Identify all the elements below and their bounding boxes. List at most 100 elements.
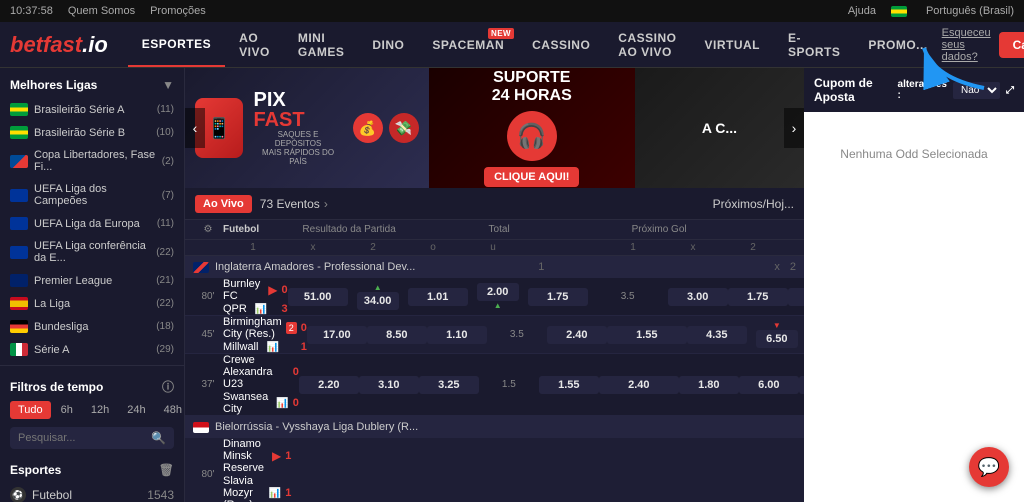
- forgot-link[interactable]: Esqueceu seus dados?: [942, 27, 991, 63]
- odd-tu-btn[interactable]: 2.40: [599, 376, 679, 394]
- league-brasileirao-b[interactable]: Brasileirão Série B (10): [0, 121, 184, 144]
- sport-futebol[interactable]: ⚽ Futebol 1543: [0, 483, 184, 502]
- proximos-hoje[interactable]: Próximos/Hoj...: [713, 197, 794, 211]
- odd-x-btn[interactable]: 3.10: [359, 376, 419, 394]
- nav-promo[interactable]: PROMO...: [854, 22, 941, 67]
- odd-down-icon: ▼: [773, 321, 781, 330]
- odd-x-btn[interactable]: 8.50: [367, 326, 427, 344]
- total-line-label: 3.5: [487, 329, 547, 340]
- result-col-1: 1: [538, 261, 764, 273]
- league-europa[interactable]: UEFA Liga da Europa (11): [0, 212, 184, 235]
- result-col-2: 2: [790, 261, 796, 273]
- nav-ao-vivo[interactable]: AO VIVO: [225, 22, 284, 67]
- header-result-label: Resultado da Partida: [259, 224, 439, 235]
- flag-belarus-icon: [193, 422, 209, 433]
- odd-nx-btn[interactable]: 6.00: [739, 376, 799, 394]
- main-layout: Melhores Ligas ▼ Brasileirão Série A (11…: [0, 68, 1024, 502]
- divider: [0, 365, 184, 366]
- soccer-icon: ⚽: [10, 487, 26, 502]
- filter-tab-12h[interactable]: 12h: [83, 401, 117, 419]
- league-serie-a[interactable]: Série A (29): [0, 338, 184, 361]
- team2-score: 3: [282, 303, 288, 315]
- match-time: 80': [193, 291, 223, 302]
- no-odd-label: Nenhuma Odd Selecionada: [840, 147, 987, 161]
- info-icon: ⓘ: [162, 378, 174, 395]
- odd-tu-btn[interactable]: 1.75: [528, 288, 588, 306]
- odd-nx-btn[interactable]: 6.50: [756, 330, 798, 348]
- banner-pix-fast: 📱 PIXFAST SAQUES E DEPÓSITOSMAIS RÁPIDOS…: [185, 68, 429, 188]
- cupom-header: Cupom de Aposta alterações : Não ⤢: [804, 68, 1024, 112]
- events-count[interactable]: 73 Eventos: [260, 197, 320, 211]
- result-col-x: x: [774, 261, 780, 273]
- filter-section: Filtros de tempo ⓘ Tudo 6h 12h 24h 48h 🔍: [0, 370, 184, 457]
- promocoes-link[interactable]: Promoções: [150, 5, 206, 17]
- quem-somos-link[interactable]: Quem Somos: [68, 5, 135, 17]
- nav-cassino-ao-vivo[interactable]: CASSINO AO VIVO: [604, 22, 690, 67]
- chat-button[interactable]: 💬: [969, 447, 1009, 487]
- red-card-badge: 2: [286, 322, 297, 334]
- language-selector[interactable]: Português (Brasil): [926, 5, 1014, 17]
- alteracoes-select[interactable]: Não: [953, 82, 1000, 99]
- odd-n2-btn[interactable]: 5.00: [788, 288, 804, 306]
- new-badge: NEW: [488, 28, 514, 39]
- match-birmingham-millwall: 45' Birmingham City (Res.) 2 0 Millwall …: [185, 316, 804, 354]
- flag-eu-icon: [10, 189, 28, 202]
- team2-score: 1: [301, 341, 307, 353]
- flag-br-icon: [10, 126, 28, 139]
- nav-spaceman[interactable]: SPACEMAN NEW: [418, 22, 518, 67]
- nav-virtual[interactable]: VIRTUAL: [690, 22, 774, 67]
- odd-1-btn[interactable]: 51.00: [288, 288, 348, 306]
- odd-to-btn[interactable]: 2.40: [547, 326, 607, 344]
- banner-next-button[interactable]: ›: [784, 108, 804, 148]
- odd-to-btn[interactable]: 1.55: [539, 376, 599, 394]
- collapse-icon[interactable]: ▼: [162, 78, 174, 92]
- stats-icon: 📊: [276, 398, 288, 409]
- stats-icon: 📊: [255, 304, 267, 315]
- banner-area: ‹ 📱 PIXFAST SAQUES E DEPÓSITOSMAIS RÁPID…: [185, 68, 804, 188]
- filter-tab-48h[interactable]: 48h: [156, 401, 185, 419]
- banner-prev-button[interactable]: ‹: [185, 108, 205, 148]
- filter-tab-6h[interactable]: 6h: [53, 401, 81, 419]
- cadastrar-button[interactable]: Cadastrar: [999, 32, 1024, 58]
- events-arrow: ›: [324, 197, 328, 211]
- odd-to-btn[interactable]: 2.00: [477, 283, 519, 301]
- sports-section-title: Esportes 🗑: [0, 457, 184, 483]
- odd-nx-btn[interactable]: 1.75: [728, 288, 788, 306]
- odd-x-btn[interactable]: 34.00: [357, 292, 399, 310]
- odd-n1-btn[interactable]: 3.00: [668, 288, 728, 306]
- team2-name: Slavia Mozyr (Res.): [223, 475, 261, 502]
- filter-tab-24h[interactable]: 24h: [119, 401, 153, 419]
- help-link[interactable]: Ajuda: [848, 5, 876, 17]
- league-brasileirao-a[interactable]: Brasileirão Série A (11): [0, 98, 184, 121]
- flag-eu-icon: [10, 246, 28, 259]
- odd-n1-btn[interactable]: 1.80: [679, 376, 739, 394]
- odd-n1-btn[interactable]: 4.35: [687, 326, 747, 344]
- group-england: Inglaterra Amadores - Professional Dev..…: [185, 256, 804, 278]
- league-conference[interactable]: UEFA Liga conferência da E... (22): [0, 235, 184, 269]
- odd-2-btn[interactable]: 1.10: [427, 326, 487, 344]
- match-time: 37': [193, 379, 223, 390]
- nav-dino[interactable]: DINO: [358, 22, 418, 67]
- odd-1-btn[interactable]: 17.00: [307, 326, 367, 344]
- total-u: u: [463, 242, 523, 253]
- league-bundesliga[interactable]: Bundesliga (18): [0, 315, 184, 338]
- nav-cassino[interactable]: CASSINO: [518, 22, 604, 67]
- odd-2-btn[interactable]: 3.25: [419, 376, 479, 394]
- header-sport: Futebol: [223, 224, 259, 235]
- odd-1-btn[interactable]: 2.20: [299, 376, 359, 394]
- search-input[interactable]: [18, 432, 147, 444]
- nav-esports[interactable]: E-SPORTS: [774, 22, 854, 67]
- nav-esportes[interactable]: ESPORTES: [128, 22, 225, 67]
- table-subheader: 1 x 2 o u 1 x 2: [185, 240, 804, 256]
- odd-2-btn[interactable]: 1.01: [408, 288, 468, 306]
- suporte-link[interactable]: CLIQUE AQUI!: [484, 167, 579, 187]
- expand-icon[interactable]: ⤢: [1006, 85, 1014, 96]
- nav-mini-games[interactable]: MINI GAMES: [284, 22, 359, 67]
- league-libertadores[interactable]: Copa Libertadores, Fase Fi... (2): [0, 144, 184, 178]
- league-premier[interactable]: Premier League (21): [0, 269, 184, 292]
- league-champions[interactable]: UEFA Liga dos Campeões (7): [0, 178, 184, 212]
- odd-tu-btn[interactable]: 1.55: [607, 326, 687, 344]
- league-laliga[interactable]: La Liga (22): [0, 292, 184, 315]
- trash-icon[interactable]: 🗑: [159, 463, 174, 477]
- filter-tab-tudo[interactable]: Tudo: [10, 401, 51, 419]
